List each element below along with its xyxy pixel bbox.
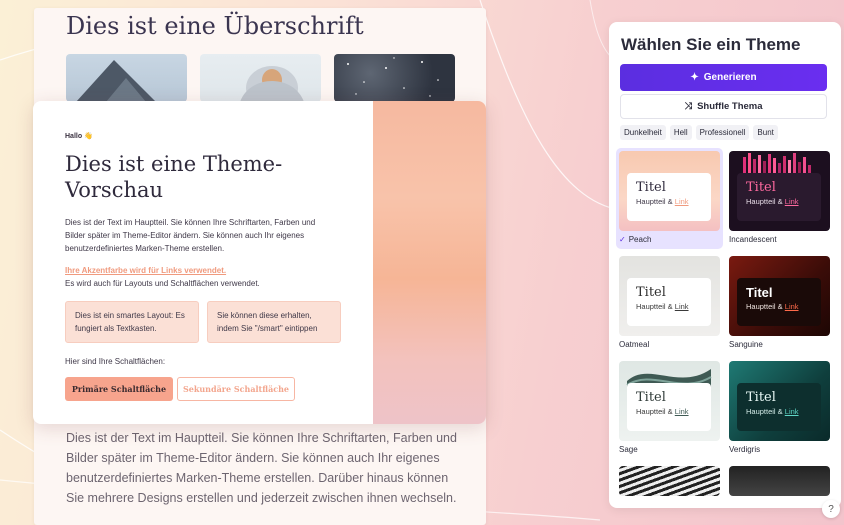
preview-title: Dies ist eine Theme-Vorschau (65, 152, 283, 202)
sample-title: Titel (746, 390, 776, 405)
sample-subtitle: Hauptteil & Link (636, 302, 689, 311)
person-image (200, 54, 321, 102)
theme-thumb (619, 466, 720, 496)
sample-title: Titel (746, 285, 773, 300)
greeting-text: Hallo 👋 (65, 133, 93, 140)
theme-sample-card: Titel Hauptteil & Link (627, 173, 711, 221)
buttons-label: Hier sind Ihre Schaltflächen: (65, 357, 166, 366)
theme-tile-partial[interactable] (619, 466, 723, 496)
sample-title: Titel (636, 285, 666, 300)
link-note: Es wird auch für Layouts und Schaltfläch… (65, 279, 260, 288)
theme-name: ✓ Peach (619, 235, 652, 244)
checkmark-icon: ✓ (619, 235, 626, 244)
theme-thumb: Titel Hauptteil & Link (729, 361, 830, 441)
theme-tile-verdigris[interactable]: Titel Hauptteil & Link Verdigris (729, 361, 833, 454)
theme-tile-oatmeal[interactable]: Titel Hauptteil & Link Oatmeal (619, 256, 723, 349)
sample-title: Titel (636, 180, 666, 195)
panel-title: Wählen Sie ein Theme (621, 35, 801, 54)
theme-thumb: Titel Hauptteil & Link (729, 151, 830, 231)
sample-title: Titel (746, 180, 776, 195)
theme-name: Sage (619, 445, 638, 454)
shuffle-label: Shuffle Thema (697, 101, 763, 112)
smart-layout-box: Sie können diese erhalten, indem Sie "/s… (207, 301, 341, 343)
theme-filter-chips: Dunkelheit Hell Professionell Bunt (620, 125, 778, 140)
sample-subtitle: Hauptteil & Link (636, 197, 689, 206)
shuffle-theme-button[interactable]: ⤨ Shuffle Thema (620, 94, 827, 119)
smart-layout-box: Dies ist ein smartes Layout: Es fungiert… (65, 301, 199, 343)
theme-tile-partial[interactable] (729, 466, 833, 496)
sample-subtitle: Hauptteil & Link (746, 197, 799, 206)
theme-name: Oatmeal (619, 340, 650, 349)
generate-label: Generieren (703, 72, 757, 83)
theme-tile-sage[interactable]: Titel Hauptteil & Link Sage (619, 361, 723, 454)
filter-chip-professional[interactable]: Professionell (695, 125, 750, 140)
theme-thumb (729, 466, 830, 496)
theme-name: Sanguine (729, 340, 763, 349)
starry-sky-image (334, 54, 455, 102)
theme-sample-card: Titel Hauptteil & Link (627, 383, 711, 431)
theme-sample-card: Titel Hauptteil & Link (627, 278, 711, 326)
theme-name: Verdigris (729, 445, 761, 454)
theme-sample-card: Titel Hauptteil & Link (737, 278, 821, 326)
primary-button[interactable]: Primäre Schaltfläche (65, 377, 173, 401)
theme-tile-sanguine[interactable]: Titel Hauptteil & Link Sanguine (729, 256, 833, 349)
sample-subtitle: Hauptteil & Link (636, 407, 689, 416)
theme-picker-panel: Wählen Sie ein Theme ✦ Generieren ⤨ Shuf… (609, 22, 841, 508)
filter-chip-colorful[interactable]: Bunt (753, 125, 778, 140)
sparkle-icon: ✦ (690, 72, 699, 83)
sample-subtitle: Hauptteil & Link (746, 302, 799, 311)
help-button[interactable]: ? (822, 500, 840, 518)
sample-title: Titel (636, 390, 666, 405)
generate-button[interactable]: ✦ Generieren (620, 64, 827, 91)
preview-gradient-panel (373, 101, 486, 424)
theme-preview-card: Hallo 👋 Dies ist eine Theme-Vorschau Die… (33, 101, 486, 424)
shuffle-icon: ⤨ (684, 101, 693, 112)
secondary-button[interactable]: Sekundäre Schaltfläche (177, 377, 295, 401)
theme-tile-incandescent[interactable]: Titel Hauptteil & Link Incandescent (729, 151, 833, 244)
theme-sample-card: Titel Hauptteil & Link (737, 383, 821, 431)
mountain-image (66, 54, 187, 102)
theme-thumb: Titel Hauptteil & Link (729, 256, 830, 336)
theme-thumb: Titel Hauptteil & Link (619, 361, 720, 441)
background-heading: Dies ist eine Überschrift (66, 12, 364, 40)
theme-sample-card: Titel Hauptteil & Link (737, 173, 821, 221)
preview-body-text: Dies ist der Text im Hauptteil. Sie könn… (65, 218, 316, 253)
theme-thumb: Titel Hauptteil & Link (619, 256, 720, 336)
theme-name: Incandescent (729, 235, 777, 244)
filter-chip-dark[interactable]: Dunkelheit (620, 125, 666, 140)
filter-chip-light[interactable]: Hell (669, 125, 692, 140)
accent-link[interactable]: Ihre Akzentfarbe wird für Links verwende… (65, 266, 226, 275)
sample-subtitle: Hauptteil & Link (746, 407, 799, 416)
theme-tile-peach[interactable]: Titel Hauptteil & Link ✓ Peach (616, 148, 723, 249)
theme-thumb: Titel Hauptteil & Link (619, 151, 720, 231)
background-body-text: Dies ist der Text im Hauptteil. Sie könn… (66, 431, 457, 505)
